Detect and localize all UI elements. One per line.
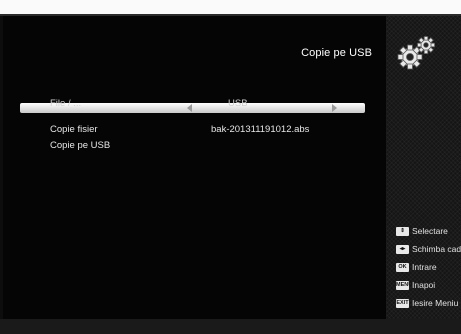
bottom-bar [0, 319, 461, 334]
help-item-iesire: EXIT Iesire Meniu [396, 298, 461, 317]
ok-key-icon: OK [396, 263, 409, 272]
menu-item-file[interactable]: File / ... USB [20, 98, 365, 113]
arrow-left-icon[interactable] [187, 104, 192, 112]
help-item-inapoi: MENU Inapoi [396, 280, 461, 299]
help-item-schimba: ◂▸ Schimba cadru [396, 244, 461, 263]
screen-top-border [0, 0, 461, 14]
menu-item-value: bak-201311191012.abs [211, 124, 310, 135]
menu-item-copie-pe-usb[interactable]: Copie pe USB [20, 138, 365, 154]
up-down-key-icon: ⇕ [396, 227, 409, 236]
left-right-key-icon: ◂▸ [396, 245, 409, 254]
settings-menu: File / ... USB Copie fisier bak-20131119… [20, 98, 365, 154]
help-label: Inapoi [412, 280, 436, 290]
help-label: Iesire Meniu [412, 298, 459, 308]
main-panel [3, 16, 386, 319]
menu-item-label: Copie fisier [50, 124, 98, 135]
gear-icon [397, 36, 435, 70]
help-label: Schimba cadru [412, 244, 461, 254]
help-label: Selectare [412, 227, 448, 236]
help-item-intrare: OK Intrare [396, 262, 461, 281]
help-label: Intrare [412, 262, 437, 272]
menu-item-label: File / ... [50, 98, 82, 109]
menu-item-value: USB [228, 98, 248, 109]
menu-item-label: Copie pe USB [50, 140, 111, 151]
help-legend: ⇕ Selectare ◂▸ Schimba cadru OK Intrare … [396, 227, 461, 317]
arrow-right-icon[interactable] [332, 104, 337, 112]
menu-key-icon: MENU [396, 281, 413, 290]
exit-key-icon: EXIT [396, 299, 409, 308]
menu-item-copie-fisier[interactable]: Copie fisier bak-201311191012.abs [20, 122, 365, 138]
help-item-selectare: ⇕ Selectare [396, 227, 461, 245]
page-title: Copie pe USB [301, 47, 372, 59]
